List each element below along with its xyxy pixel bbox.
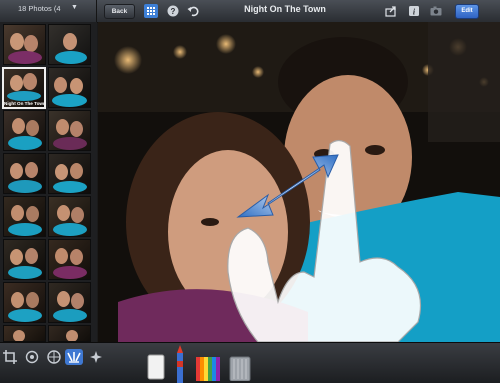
toolbar-divider [96,0,97,22]
undo-icon[interactable] [186,4,200,18]
crop-icon[interactable] [2,349,18,365]
photo-thumbnail[interactable] [48,24,91,65]
photo-app: 18 Photos (4 ▼ Back ? Night On The Town … [0,0,500,383]
chevron-down-icon: ▼ [71,4,78,11]
effects-icon[interactable] [88,349,104,365]
share-icon[interactable] [384,4,398,18]
red-brush[interactable] [174,345,186,383]
back-button[interactable]: Back [104,4,135,19]
photo-thumbnail[interactable] [48,325,91,342]
top-toolbar: 18 Photos (4 ▼ Back ? Night On The Town … [0,0,500,23]
photo-thumbnail[interactable] [48,196,91,237]
main-photo[interactable] [98,22,500,342]
photo-thumbnail[interactable] [3,24,46,65]
album-photo-count: 18 Photos (4 [18,4,61,13]
color-icon[interactable] [46,349,62,365]
photo-thumbnail-selected[interactable]: Night On The Town [2,67,46,109]
svg-text:?: ? [171,7,176,16]
photo-thumbnail[interactable] [3,196,46,237]
photo-thumbnail[interactable] [48,239,91,280]
help-icon[interactable]: ? [166,4,180,18]
thumbnail-caption: Night On The Town [4,101,46,106]
camera-icon[interactable] [429,4,443,18]
info-icon[interactable]: i [407,4,421,18]
exposure-icon[interactable] [24,349,40,365]
album-selector[interactable]: 18 Photos (4 ▼ [0,0,97,22]
grid-icon[interactable] [144,4,158,18]
photo-thumbnail[interactable] [3,239,46,280]
bottom-toolbar [0,342,500,383]
photo-thumbnail[interactable] [48,282,91,323]
photo-illustration [98,22,500,342]
photo-thumbnail-grid: Night On The Town [0,22,97,342]
photo-thumbnail[interactable] [3,282,46,323]
page-title: Night On The Town [244,4,326,14]
photo-thumbnail[interactable] [48,67,91,108]
photo-thumbnail[interactable] [48,153,91,194]
brushes-icon[interactable] [65,349,83,365]
gray-brush[interactable] [228,345,252,381]
color-brush[interactable] [196,345,222,381]
eraser-brush[interactable] [146,345,166,381]
edit-button[interactable]: Edit [455,4,479,19]
photo-thumbnail[interactable] [3,110,46,151]
photo-thumbnail[interactable] [3,153,46,194]
photo-thumbnail[interactable] [3,325,46,342]
photo-thumbnail[interactable] [48,110,91,151]
